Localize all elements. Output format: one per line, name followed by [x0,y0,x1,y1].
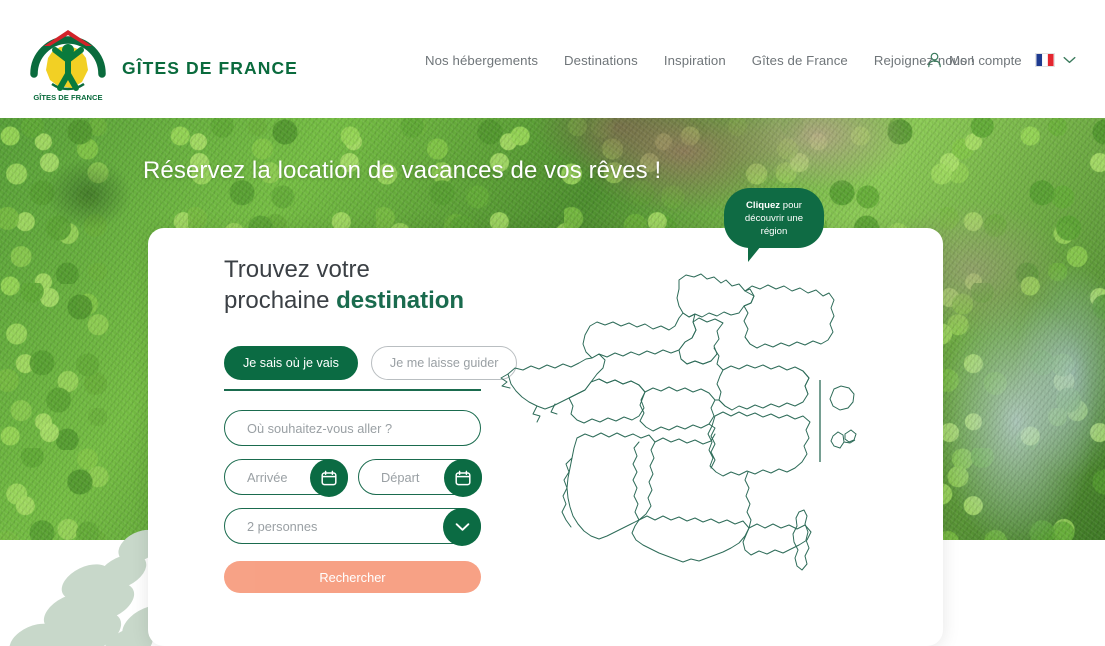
nav-item-hebergements[interactable]: Nos hébergements [425,53,538,68]
border-4 [714,399,733,411]
arrival-date-input[interactable]: Arrivée [224,459,348,497]
arrival-placeholder: Arrivée [247,469,288,485]
tooltip-bubble[interactable]: Cliquez pour découvrir une région [724,188,824,248]
destination-placeholder: Où souhaitez-vous aller ? [247,420,393,436]
svg-text:GÎTES DE FRANCE: GÎTES DE FRANCE [33,93,102,102]
calendar-icon [321,470,337,486]
search-mode-tabs: Je sais où je vais Je me laisse guider [224,346,518,380]
region-nouvelle-aquitaine [566,432,656,540]
border-1 [598,378,646,393]
brand-name: GÎTES DE FRANCE [122,58,298,78]
guests-dropdown-button[interactable] [443,508,481,546]
bretagne-inlet-2 [532,405,541,423]
tab-underline [224,389,481,391]
gites-de-france-logo-icon: GÎTES DE FRANCE [30,30,106,102]
tooltip-line2: découvrir une [744,212,804,224]
border-6 [713,347,724,371]
border-7 [802,370,810,395]
card-heading-plain: prochaine [224,287,337,314]
arrival-calendar-button[interactable] [310,459,348,497]
border-2 [680,358,712,365]
language-selector[interactable] [1035,49,1076,71]
main-navigation: Nos hébergements Destinations Inspiratio… [425,48,974,72]
destination-input[interactable]: Où souhaitez-vous aller ? [224,410,481,446]
account-label: Mon compte [949,52,1022,68]
logo-block[interactable]: GÎTES DE FRANCE GÎTES DE FRANCE [18,10,297,108]
region-bourgogne [716,364,810,411]
map-tooltip[interactable]: Cliquez pour découvrir une région [724,188,824,262]
flag-fr-icon [1035,53,1055,67]
tab-je-sais-ou-je-vais[interactable]: Je sais où je vais [224,346,358,380]
departure-placeholder: Départ [381,469,420,485]
page-root: GÎTES DE FRANCE GÎTES DE FRANCE Nos hébe… [0,0,1105,646]
island-guadeloupe-left [830,431,845,449]
region-centre-val-de-loire [639,386,716,432]
border-5 [744,336,758,349]
tooltip-text: Cliquez pour découvrir une région [737,199,811,238]
border-3 [654,433,716,445]
region-occitanie [631,515,750,563]
chevron-down-icon [455,523,469,531]
departure-date-input[interactable]: Départ [358,459,482,497]
user-icon [928,52,941,68]
nav-item-inspiration[interactable]: Inspiration [664,53,726,68]
account-menu[interactable]: Mon compte [927,48,1022,72]
region-auvergne-rhone-alpes [707,411,811,477]
region-pays-de-la-loire [568,378,646,424]
france-map-svg [500,273,857,571]
card-heading-accent: destination [336,287,465,314]
tooltip-bold-word: Cliquez [745,199,781,211]
card-heading: Trouvez votre prochaine destination [224,254,464,316]
france-regions-map[interactable] [493,266,913,596]
hero-title: Réservez la location de vacances de vos … [143,157,662,184]
chevron-down-icon [1063,56,1076,64]
tooltip-rest-line1: pour [780,199,802,211]
nav-item-destinations[interactable]: Destinations [564,53,638,68]
tooltip-tail [748,246,761,262]
overseas-territories [829,385,857,449]
departure-calendar-button[interactable] [444,459,482,497]
guests-selector[interactable]: 2 personnes [224,508,481,546]
bretagne-inlet-3 [550,403,558,415]
region-paca [742,523,812,556]
site-header: GÎTES DE FRANCE GÎTES DE FRANCE Nos hébe… [0,0,1105,118]
card-heading-line1: Trouvez votre [224,256,370,283]
card-heading-line2: prochaine destination [224,285,464,316]
region-ile-de-france [678,317,724,365]
border-8 [632,441,640,521]
search-card: Trouvez votre prochaine destination Je s… [148,228,943,646]
border-9 [744,471,752,529]
region-bretagne [507,353,606,410]
calendar-icon [455,470,471,486]
nav-item-gites-de-france[interactable]: Gîtes de France [752,53,848,68]
region-hauts-de-france [676,273,755,318]
region-grand-est [743,284,835,349]
guests-value: 2 personnes [247,518,318,534]
island-reunion [829,385,855,411]
tooltip-line3: région [760,225,788,237]
search-button[interactable]: Rechercher [224,561,481,593]
